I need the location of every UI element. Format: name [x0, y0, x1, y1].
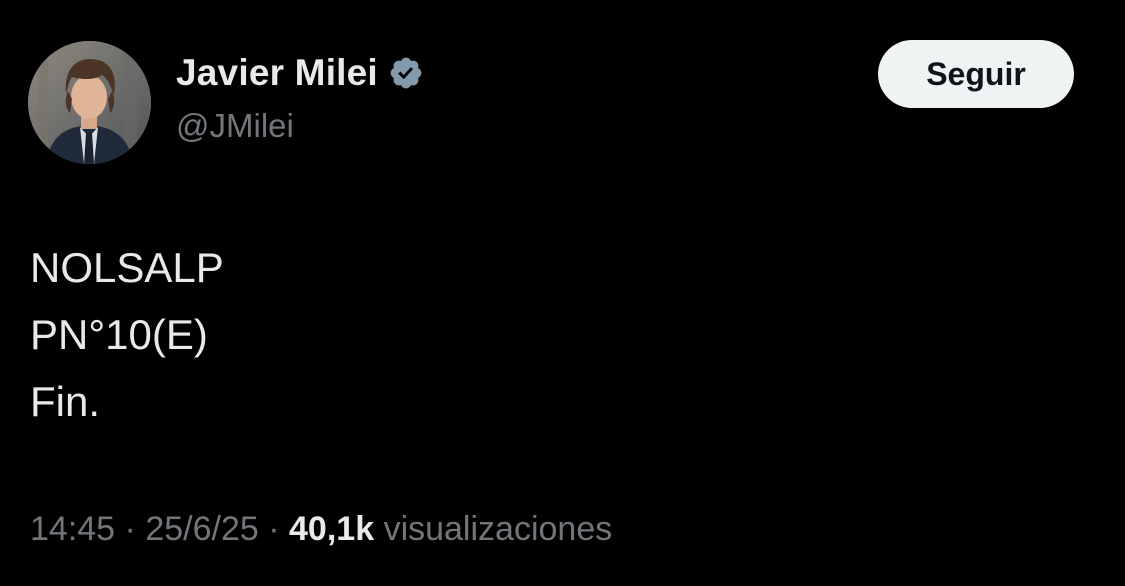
author-name-row: Javier Milei: [176, 50, 424, 96]
avatar-photo: [28, 41, 151, 164]
tweet-metadata: 14:45 · 25/6/25 · 40,1k visualizaciones: [30, 505, 612, 553]
meta-separator: ·: [124, 510, 136, 548]
tweet-text-line: NOLSALP: [30, 244, 224, 291]
meta-separator: ·: [268, 510, 280, 548]
tweet-text: NOLSALP PN°10(E) Fin.: [30, 234, 224, 435]
author-display-name[interactable]: Javier Milei: [176, 50, 378, 96]
tweet-time[interactable]: 14:45: [30, 510, 115, 548]
author-handle[interactable]: @JMilei: [176, 104, 294, 148]
tweet-card: Javier Milei @JMilei Seguir NOLSALP PN°1…: [0, 0, 1125, 586]
follow-button[interactable]: Seguir: [878, 40, 1074, 108]
verified-badge-icon[interactable]: [388, 55, 424, 91]
views-count: 40,1k: [289, 510, 375, 548]
views-label: visualizaciones: [383, 510, 613, 548]
tweet-text-line: Fin.: [30, 378, 101, 425]
tweet-text-line: PN°10(E): [30, 311, 208, 358]
avatar[interactable]: [28, 41, 151, 164]
tweet-date[interactable]: 25/6/25: [145, 510, 258, 548]
